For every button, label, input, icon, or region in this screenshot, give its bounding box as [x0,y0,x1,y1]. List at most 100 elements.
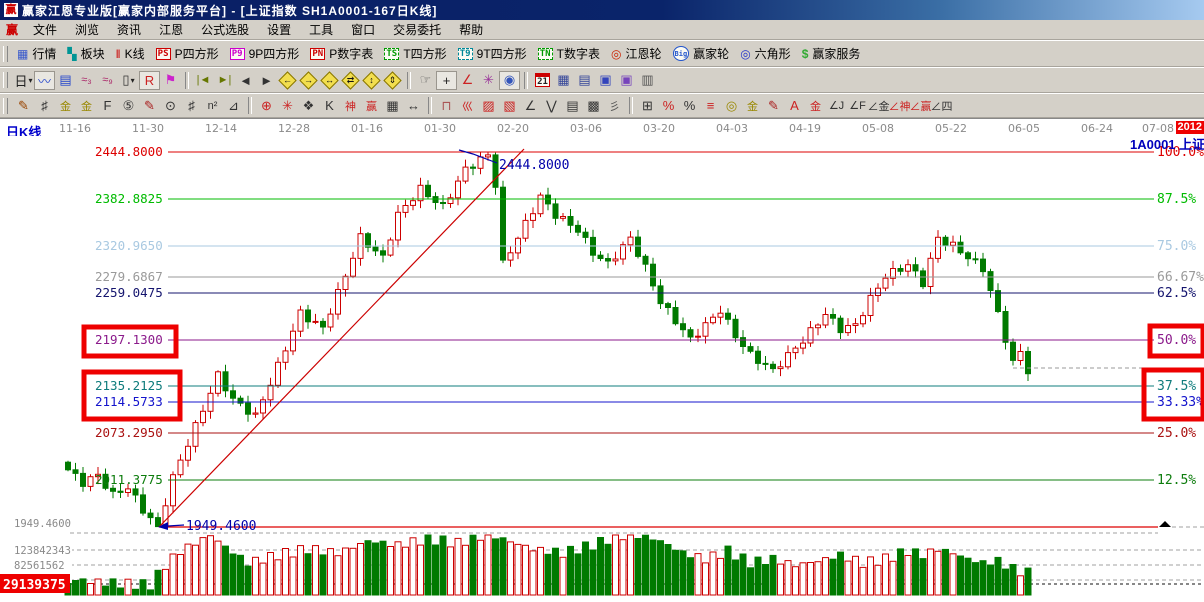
toolbar-button-江恩轮[interactable]: ◎江恩轮 [607,43,669,64]
nav-icon-13[interactable]: ► [256,71,277,90]
kline-chart[interactable]: 2444.8000100.0%2382.882587.5%2320.965075… [0,136,1204,597]
draw-icon-23[interactable]: 巛 [457,96,478,115]
draw-icon-32[interactable]: ⊞ [637,96,658,115]
toolbar-button-赢家服务[interactable]: $赢家服务 [798,43,868,64]
draw-icon-10[interactable]: n² [202,96,223,115]
nav-icon-21[interactable]: ☞ [415,71,436,90]
nav-icon-2[interactable]: 〰 [34,71,55,90]
draw-icon-43[interactable]: ∠金 [868,96,889,115]
nav-icon-23[interactable]: ∠ [457,71,478,90]
draw-icon-24[interactable]: ▨ [478,96,499,115]
toolbar-button-板块[interactable]: ▚板块 [63,43,111,64]
draw-icon-38[interactable]: ✎ [763,96,784,115]
nav-icon-16[interactable]: ↔ [319,71,340,90]
nav-icon-22[interactable]: + [436,71,457,90]
draw-icon-9[interactable]: ♯ [181,96,202,115]
nav-icon-24[interactable]: ✳ [478,71,499,90]
draw-icon-42[interactable]: ∠F [847,96,868,115]
draw-icon-40[interactable]: 金 [805,96,826,115]
draw-icon-41[interactable]: ∠J [826,96,847,115]
toolbar-button-T四方形[interactable]: TST四方形 [380,43,453,64]
nav-icon-10[interactable]: |◄ [193,71,214,90]
volume-bar [530,551,536,595]
nav-icon-32[interactable]: ▥ [637,71,658,90]
menu-item-1[interactable]: 文件 [24,19,66,40]
nav-icon-18[interactable]: ↕ [361,71,382,90]
draw-icon-46[interactable]: ∠四 [931,96,952,115]
nav-icon-27[interactable]: 21 [532,71,553,90]
nav-icon-11[interactable]: ►| [214,71,235,90]
toolbar-button-K线[interactable]: ‖K线 [112,43,152,64]
draw-icon-30[interactable]: 彡 [604,96,625,115]
menu-item-6[interactable]: 设置 [258,19,300,40]
nav-icon-25[interactable]: ◉ [499,71,520,90]
draw-icon-4[interactable]: 金 [76,96,97,115]
draw-icon-14[interactable]: ✳ [277,96,298,115]
toolbar-button-P四方形[interactable]: PSP四方形 [152,43,226,64]
nav-icon-30[interactable]: ▣ [595,71,616,90]
menu-item-4[interactable]: 江恩 [150,19,192,40]
draw-icon-11[interactable]: ⊿ [223,96,244,115]
draw-icon-44[interactable]: ∠神 [889,96,910,115]
menu-item-9[interactable]: 交易委托 [384,19,450,40]
draw-icon-15[interactable]: ❖ [298,96,319,115]
chart-area[interactable]: 2444.8000100.0%2382.882587.5%2320.965075… [0,136,1204,597]
toolbar-button-赢家轮[interactable]: Big赢家轮 [669,43,737,64]
draw-icon-18[interactable]: 赢 [361,96,382,115]
toolbar-button-T数字表[interactable]: TNT数字表 [534,43,607,64]
draw-icon-26[interactable]: ∠ [520,96,541,115]
draw-icon-37[interactable]: 金 [742,96,763,115]
nav-icon-8[interactable]: ⚑ [160,71,181,90]
nav-icon-28[interactable]: ▦ [553,71,574,90]
draw-icon-25[interactable]: ▧ [499,96,520,115]
draw-icon-19[interactable]: ▦ [382,96,403,115]
draw-icon-39[interactable]: A [784,96,805,115]
candle [178,460,183,475]
menu-item-10[interactable]: 帮助 [450,19,492,40]
draw-icon-7[interactable]: ✎ [139,96,160,115]
toolbar-button-9P四方形[interactable]: P99P四方形 [226,43,307,64]
nav-icon-31[interactable]: ▣ [616,71,637,90]
draw-icon-13[interactable]: ⊕ [256,96,277,115]
draw-icon-20[interactable]: ↔ [403,96,424,115]
nav-icon-17[interactable]: ⇄ [340,71,361,90]
draw-icon-2[interactable]: ♯ [34,96,55,115]
draw-icon-35[interactable]: ≡ [700,96,721,115]
draw-icon-36[interactable]: ◎ [721,96,742,115]
nav-icon-7[interactable]: R [139,71,160,90]
nav-icon-19[interactable]: ⇕ [382,71,403,90]
menu-item-8[interactable]: 窗口 [342,19,384,40]
draw-icon-6[interactable]: ⑤ [118,96,139,115]
draw-icon-29[interactable]: ▩ [583,96,604,115]
toolbar-button-9T四方形[interactable]: T99T四方形 [454,43,534,64]
nav-icon-12[interactable]: ◄ [235,71,256,90]
draw-icon-3[interactable]: 金 [55,96,76,115]
draw-icon-5[interactable]: F [97,96,118,115]
toolbar-button-行情[interactable]: ▦行情 [13,43,63,64]
toolbar-button-P数字表[interactable]: PNP数字表 [306,43,380,64]
nav-icon-3[interactable]: ▤ [55,71,76,90]
draw-icon-28[interactable]: ▤ [562,96,583,115]
draw-icon-27[interactable]: ⋁ [541,96,562,115]
level-marker-triangle [1159,521,1171,527]
draw-icon-17[interactable]: 神 [340,96,361,115]
menu-item-5[interactable]: 公式选股 [192,19,258,40]
draw-icon-22[interactable]: ⊓ [436,96,457,115]
nav-icon-1[interactable]: 日▾ [13,71,34,90]
nav-icon-14[interactable]: ← [277,71,298,90]
draw-icon-8[interactable]: ⊙ [160,96,181,115]
nav-icon-4[interactable]: ≈₃ [76,71,97,90]
nav-icon-15[interactable]: → [298,71,319,90]
draw-icon-1[interactable]: ✎ [13,96,34,115]
draw-icon-33[interactable]: % [658,96,679,115]
nav-icon-29[interactable]: ▤ [574,71,595,90]
toolbar-button-六角形[interactable]: ◎六角形 [736,43,798,64]
draw-icon-45[interactable]: ∠赢 [910,96,931,115]
menu-item-2[interactable]: 浏览 [66,19,108,40]
nav-icon-5[interactable]: ≈₉ [97,71,118,90]
menu-item-7[interactable]: 工具 [300,19,342,40]
draw-icon-34[interactable]: % [679,96,700,115]
nav-icon-6[interactable]: ▯▾ [118,71,139,90]
draw-icon-16[interactable]: K [319,96,340,115]
menu-item-3[interactable]: 资讯 [108,19,150,40]
